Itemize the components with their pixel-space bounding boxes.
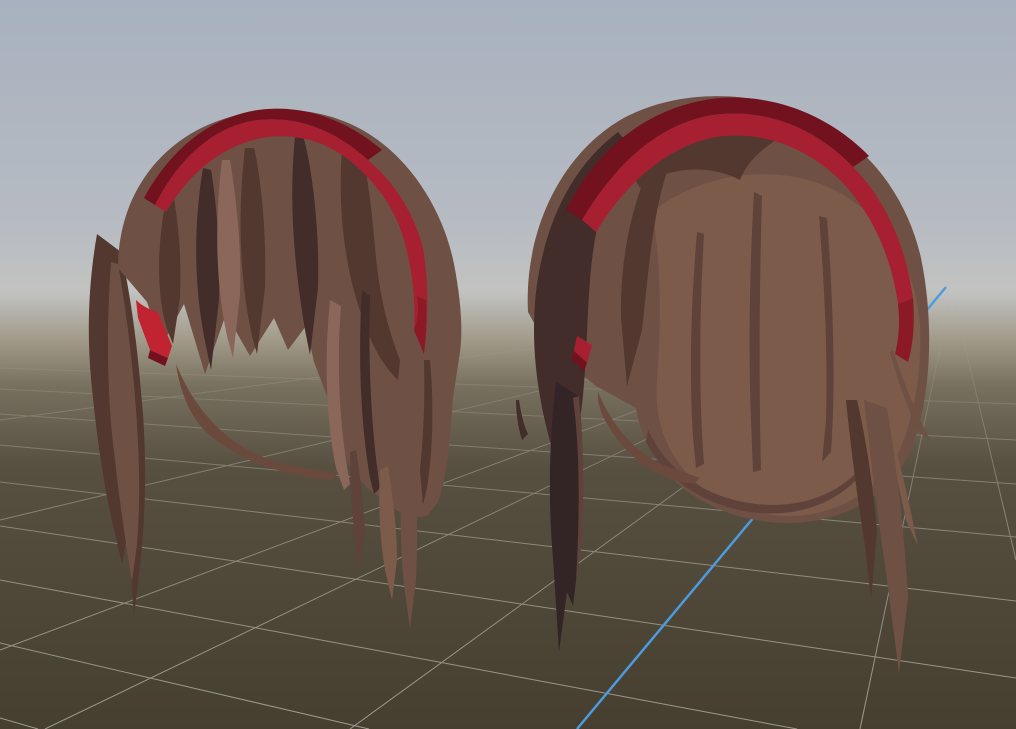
- viewport-canvas[interactable]: [0, 0, 1016, 729]
- scene-viewport[interactable]: [0, 0, 1016, 729]
